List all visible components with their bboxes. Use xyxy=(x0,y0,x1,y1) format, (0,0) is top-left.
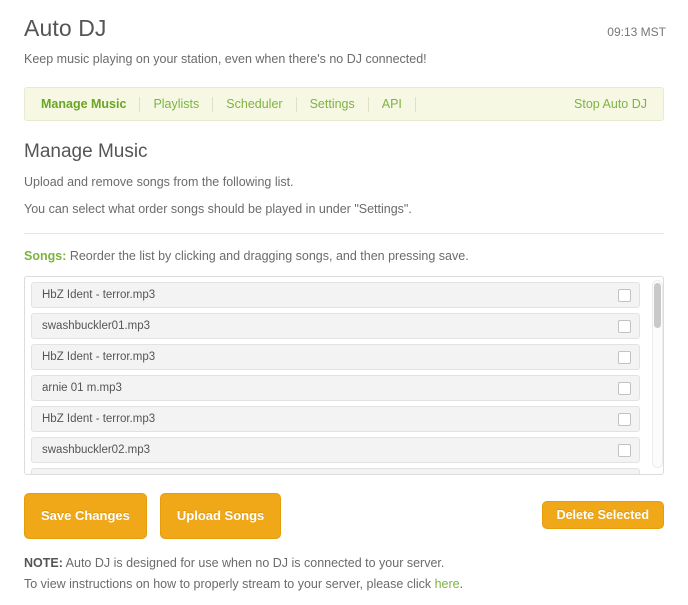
clock-display: 09:13 MST xyxy=(607,25,666,39)
songs-label: Songs: xyxy=(24,249,67,263)
note-text-2-before: To view instructions on how to properly … xyxy=(24,577,435,591)
song-name: HbZ Ident - terror.mp3 xyxy=(42,289,156,301)
song-row[interactable]: arnie 01 m.mp3 xyxy=(31,375,640,401)
song-list-container: HbZ Ident - terror.mp3 swashbuckler01.mp3… xyxy=(24,276,664,475)
nav-item-scheduler[interactable]: Scheduler xyxy=(213,96,295,113)
section-title: Manage Music xyxy=(24,141,148,162)
nav-item-api[interactable]: API xyxy=(369,96,415,113)
primary-navbar: Manage Music Playlists Scheduler Setting… xyxy=(24,87,664,121)
navbar-links: Manage Music Playlists Scheduler Setting… xyxy=(41,96,574,113)
song-select-checkbox[interactable] xyxy=(618,288,631,302)
nav-item-manage-music[interactable]: Manage Music xyxy=(41,96,139,113)
scrollbar-thumb[interactable] xyxy=(654,283,661,328)
song-row[interactable]: HbZ Ident - terror.mp3 xyxy=(31,468,640,476)
manage-music-section: Manage Music Upload and remove songs fro… xyxy=(0,140,688,265)
song-row[interactable]: HbZ Ident - terror.mp3 xyxy=(31,344,640,370)
song-select-checkbox[interactable] xyxy=(618,412,631,426)
note-text-1: Auto DJ is designed for use when no DJ i… xyxy=(62,556,445,570)
note-text-2-after: . xyxy=(459,577,464,591)
nav-item-playlists[interactable]: Playlists xyxy=(140,96,212,113)
page-header: Auto DJ 09:13 MST Keep music playing on … xyxy=(0,0,688,68)
upload-songs-button[interactable]: Upload Songs xyxy=(159,493,282,539)
note-label: NOTE: xyxy=(24,556,63,570)
song-row[interactable]: swashbuckler01.mp3 xyxy=(31,313,640,339)
song-row[interactable]: HbZ Ident - terror.mp3 xyxy=(31,406,640,432)
nav-item-settings[interactable]: Settings xyxy=(297,96,368,113)
section-divider xyxy=(24,233,664,234)
song-row[interactable]: HbZ Ident - terror.mp3 xyxy=(31,282,640,308)
song-select-checkbox[interactable] xyxy=(618,475,631,476)
save-changes-button[interactable]: Save Changes xyxy=(24,493,147,539)
song-name: arnie 01 m.mp3 xyxy=(42,382,122,394)
song-list-scrollbar[interactable] xyxy=(652,280,663,468)
footer-note: NOTE: Auto DJ is designed for use when n… xyxy=(24,553,664,595)
nav-separator xyxy=(414,96,416,112)
header-row: Auto DJ 09:13 MST xyxy=(24,14,666,42)
song-select-checkbox[interactable] xyxy=(618,381,631,395)
songs-hint-row: Songs: Reorder the list by clicking and … xyxy=(24,248,664,265)
song-select-checkbox[interactable] xyxy=(618,319,631,333)
song-name: swashbuckler02.mp3 xyxy=(42,444,151,456)
songs-hint-text: Reorder the list by clicking and draggin… xyxy=(66,249,469,263)
instructions-here-link[interactable]: here xyxy=(435,577,460,591)
action-button-bar: Save Changes Upload Songs Delete Selecte… xyxy=(24,493,664,541)
stop-auto-dj-link[interactable]: Stop Auto DJ xyxy=(574,97,649,111)
song-name: HbZ Ident - terror.mp3 xyxy=(42,413,156,425)
page-title: Auto DJ xyxy=(24,15,107,41)
section-description-1: Upload and remove songs from the followi… xyxy=(24,175,294,189)
song-name: HbZ Ident - terror.mp3 xyxy=(42,474,610,475)
song-select-checkbox[interactable] xyxy=(618,350,631,364)
page-root: Auto DJ 09:13 MST Keep music playing on … xyxy=(0,0,688,605)
note-line-1: NOTE: Auto DJ is designed for use when n… xyxy=(24,553,664,574)
section-description-2: You can select what order songs should b… xyxy=(24,202,412,216)
delete-selected-button[interactable]: Delete Selected xyxy=(541,501,664,529)
note-line-2: To view instructions on how to properly … xyxy=(24,574,664,595)
song-select-checkbox[interactable] xyxy=(618,443,631,457)
song-name: swashbuckler01.mp3 xyxy=(42,320,151,332)
song-row[interactable]: swashbuckler02.mp3 xyxy=(31,437,640,463)
song-name: HbZ Ident - terror.mp3 xyxy=(42,351,156,363)
song-list[interactable]: HbZ Ident - terror.mp3 swashbuckler01.mp3… xyxy=(31,282,658,474)
page-tagline: Keep music playing on your station, even… xyxy=(24,52,427,66)
